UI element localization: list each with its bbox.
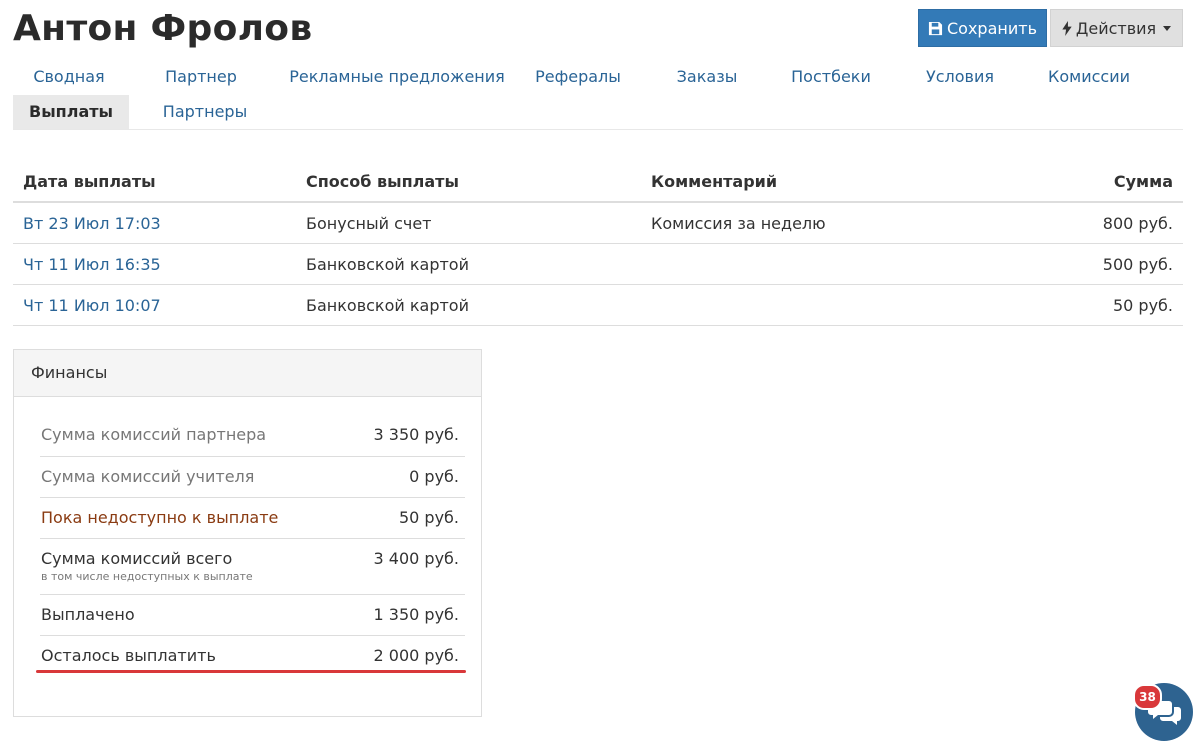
finance-row: Сумма комиссий учителя 0 руб. <box>40 456 465 498</box>
actions-button-label: Действия <box>1075 18 1157 38</box>
payment-date-link[interactable]: Вт 23 Июл 17:03 <box>13 202 296 244</box>
floppy-disk-icon <box>928 21 943 36</box>
tab-partner[interactable]: Партнер <box>151 60 251 94</box>
finance-row: Сумма комиссий партнера 3 350 руб. <box>40 415 465 457</box>
tab-offers[interactable]: Рекламные предложения <box>275 60 519 94</box>
table-row: Вт 23 Июл 17:03 Бонусный счет Комиссия з… <box>13 202 1183 244</box>
highlight-underline <box>36 670 466 673</box>
table-header-row: Дата выплаты Способ выплаты Комментарий … <box>13 161 1183 203</box>
table-row: Чт 11 Июл 16:35 Банковской картой 500 ру… <box>13 243 1183 285</box>
tab-partners[interactable]: Партнеры <box>153 95 257 129</box>
finances-panel: Финансы Сумма комиссий партнера 3 350 ру… <box>13 349 482 717</box>
chevron-down-icon <box>1163 25 1172 31</box>
tab-conditions[interactable]: Условия <box>916 60 1004 94</box>
lightning-bolt-icon <box>1062 20 1072 36</box>
payment-date-link[interactable]: Чт 11 Июл 16:35 <box>13 243 296 285</box>
finance-value-paid: 1 350 руб. <box>347 594 465 636</box>
actions-dropdown-button[interactable]: Действия <box>1050 9 1183 47</box>
finance-label-unavailable: Пока недоступно к выплате <box>40 497 348 539</box>
payment-amount: 50 руб. <box>1051 284 1183 326</box>
table-row: Чт 11 Июл 10:07 Банковской картой 50 руб… <box>13 284 1183 326</box>
finances-table: Сумма комиссий партнера 3 350 руб. Сумма… <box>40 415 465 676</box>
tab-postbacks[interactable]: Постбеки <box>781 60 881 94</box>
tab-svodnaya[interactable]: Сводная <box>13 60 125 94</box>
payment-method: Банковской картой <box>296 284 641 326</box>
save-button[interactable]: Сохранить <box>918 9 1047 47</box>
profile-tabs: Сводная Партнер Рекламные предложения Ре… <box>13 60 1183 130</box>
finance-label-teacher-commissions: Сумма комиссий учителя <box>40 456 348 498</box>
chat-unread-badge: 38 <box>1133 684 1162 710</box>
payment-date-link[interactable]: Чт 11 Июл 10:07 <box>13 284 296 326</box>
payment-comment: Комиссия за неделю <box>641 202 1051 244</box>
finance-row: Пока недоступно к выплате 50 руб. <box>40 497 465 539</box>
column-header-amount: Сумма <box>1051 161 1183 203</box>
payment-amount: 800 руб. <box>1051 202 1183 244</box>
payment-method: Банковской картой <box>296 243 641 285</box>
finances-panel-title: Финансы <box>14 350 481 397</box>
finance-value-partner-commissions: 3 350 руб. <box>347 415 465 457</box>
payment-comment <box>641 284 1051 326</box>
save-button-label: Сохранить <box>947 18 1037 38</box>
finance-row: Выплачено 1 350 руб. <box>40 594 465 636</box>
column-header-method: Способ выплаты <box>296 161 641 203</box>
finance-label-partner-commissions: Сумма комиссий партнера <box>40 415 348 457</box>
page-title: Антон Фролов <box>13 8 313 49</box>
payment-amount: 500 руб. <box>1051 243 1183 285</box>
finance-value-teacher-commissions: 0 руб. <box>347 456 465 498</box>
tab-commissions[interactable]: Комиссии <box>1038 60 1140 94</box>
payment-method: Бонусный счет <box>296 202 641 244</box>
finance-label-paid: Выплачено <box>40 594 348 636</box>
tab-payouts[interactable]: Выплаты <box>13 95 129 129</box>
finance-label-total-text: Сумма комиссий всего <box>41 548 233 568</box>
finance-value-unavailable: 50 руб. <box>347 497 465 539</box>
finance-label-total-commissions: Сумма комиссий всего в том числе недосту… <box>40 538 348 595</box>
payments-table: Дата выплаты Способ выплаты Комментарий … <box>13 161 1183 326</box>
column-header-date: Дата выплаты <box>13 161 296 203</box>
finance-value-total-commissions: 3 400 руб. <box>347 538 465 595</box>
column-header-comment: Комментарий <box>641 161 1051 203</box>
tab-referrals[interactable]: Рефералы <box>528 60 628 94</box>
payment-comment <box>641 243 1051 285</box>
finance-label-total-subtext: в том числе недоступных к выплате <box>41 569 253 583</box>
finance-row: Сумма комиссий всего в том числе недосту… <box>40 538 465 595</box>
tab-orders[interactable]: Заказы <box>665 60 749 94</box>
